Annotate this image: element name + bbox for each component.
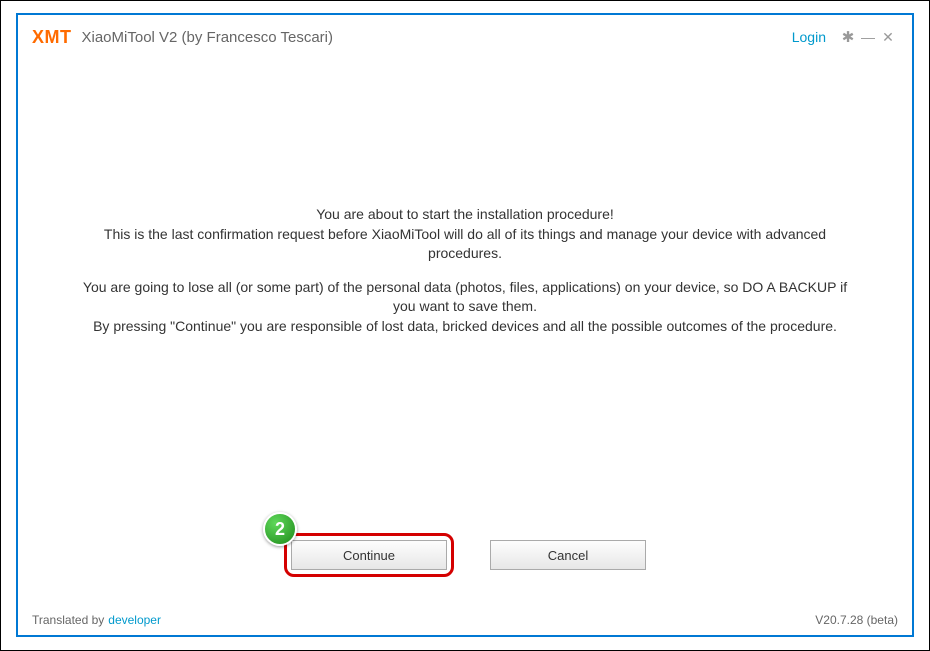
titlebar: XMT XiaoMiTool V2 (by Francesco Tescari)… bbox=[18, 15, 912, 55]
app-window: XMT XiaoMiTool V2 (by Francesco Tescari)… bbox=[16, 13, 914, 637]
annotation-badge: 2 bbox=[263, 512, 297, 546]
app-logo: XMT bbox=[32, 27, 72, 48]
continue-button[interactable]: Continue bbox=[291, 540, 447, 570]
developer-link[interactable]: developer bbox=[108, 613, 161, 627]
settings-icon[interactable]: ✱ bbox=[838, 28, 858, 46]
app-title: XiaoMiTool V2 (by Francesco Tescari) bbox=[82, 29, 333, 46]
minimize-icon[interactable]: — bbox=[858, 29, 878, 45]
version-label: V20.7.28 (beta) bbox=[815, 613, 898, 627]
cancel-button[interactable]: Cancel bbox=[490, 540, 646, 570]
main-content: You are about to start the installation … bbox=[18, 55, 912, 533]
warning-text-2: You are going to lose all (or some part)… bbox=[78, 278, 852, 337]
login-link[interactable]: Login bbox=[792, 29, 826, 45]
annotation-highlight: 2 Continue bbox=[284, 533, 454, 577]
footer: Translated by developer V20.7.28 (beta) bbox=[18, 607, 912, 635]
translated-label: Translated by bbox=[32, 613, 104, 627]
button-row: 2 Continue Cancel bbox=[18, 533, 912, 607]
close-icon[interactable]: ✕ bbox=[878, 29, 898, 46]
warning-text-1: You are about to start the installation … bbox=[78, 205, 852, 264]
